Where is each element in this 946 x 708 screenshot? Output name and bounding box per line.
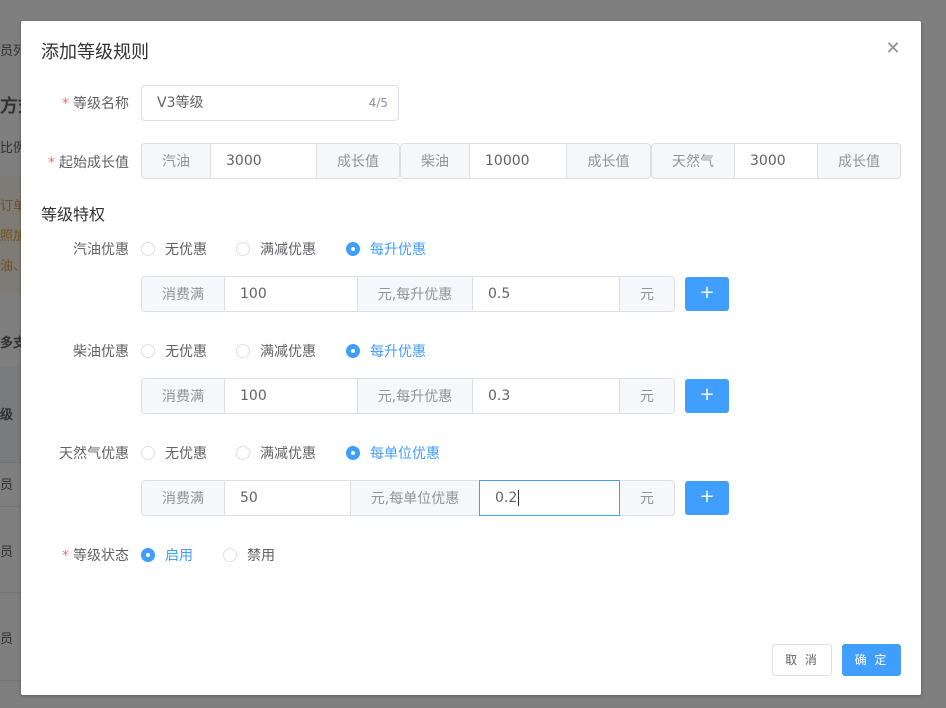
gasoline-discount-label: 汽油优惠 [73,242,129,258]
diesel-discount-label: 柴油优惠 [73,344,129,360]
diesel-unit: 元 [619,378,675,414]
growth-gas-suffix: 成长值 [817,143,901,179]
radio-icon [236,446,250,460]
add-level-rule-dialog: 添加等级规则 ✕ * 等级名称 V3等级 4/5 * 起始成长值 汽油 3000 成… [21,21,921,695]
text-cursor [518,490,520,506]
diesel-amount-input[interactable]: 100 [224,378,358,414]
start-growth-label: * 起始成长值 [48,155,129,171]
gasoline-radio-per-liter[interactable]: 每升优惠 [346,239,426,259]
gas-rule-group: 消费满 50 元,每单位优惠 0.2 元 [141,480,675,516]
gasoline-discount-input[interactable]: 0.5 [472,276,620,312]
gasoline-mid: 元,每升优惠 [357,276,473,312]
gasoline-radio-full-reduction[interactable]: 满减优惠 [236,239,316,259]
growth-gasoline-group: 汽油 3000 成长值 [141,143,400,179]
gasoline-add-button[interactable]: + [685,277,729,311]
gasoline-rule-group: 消费满 100 元,每升优惠 0.5 元 [141,276,675,312]
growth-diesel-group: 柴油 10000 成长值 [400,143,651,179]
level-status-label: * 等级状态 [62,548,129,564]
diesel-discount-input[interactable]: 0.3 [472,378,620,414]
radio-icon [141,242,155,256]
level-name-input[interactable]: V3等级 4/5 [141,85,399,121]
status-radio-enabled[interactable]: 启用 [141,545,193,565]
diesel-mid: 元,每升优惠 [357,378,473,414]
radio-icon [236,242,250,256]
gasoline-prefix: 消费满 [141,276,225,312]
radio-checked-icon [346,446,360,460]
level-name-label: * 等级名称 [62,96,129,112]
gas-radio-none[interactable]: 无优惠 [141,443,207,463]
diesel-prefix: 消费满 [141,378,225,414]
gasoline-radio-none[interactable]: 无优惠 [141,239,207,259]
confirm-button[interactable]: 确 定 [842,644,901,676]
growth-diesel-prefix: 柴油 [400,143,470,179]
growth-gasoline-input[interactable]: 3000 [210,143,317,179]
gas-discount-label: 天然气优惠 [59,446,129,462]
radio-icon [141,446,155,460]
gas-prefix: 消费满 [141,480,225,516]
diesel-add-button[interactable]: + [685,379,729,413]
cancel-button[interactable]: 取 消 [772,644,832,676]
radio-checked-icon [346,242,360,256]
radio-icon [141,344,155,358]
growth-gas-input[interactable]: 3000 [734,143,818,179]
close-icon[interactable]: ✕ [885,40,901,58]
radio-icon [223,548,237,562]
growth-gas-group: 天然气 3000 成长值 [651,143,901,179]
diesel-rule-group: 消费满 100 元,每升优惠 0.3 元 [141,378,675,414]
gas-add-button[interactable]: + [685,481,729,515]
gasoline-unit: 元 [619,276,675,312]
growth-gasoline-prefix: 汽油 [141,143,211,179]
growth-diesel-input[interactable]: 10000 [469,143,567,179]
gas-radio-per-unit[interactable]: 每单位优惠 [346,443,440,463]
gas-mid: 元,每单位优惠 [350,480,480,516]
dialog-title: 添加等级规则 [41,42,149,63]
radio-icon [236,344,250,358]
privilege-section-title: 等级特权 [41,205,106,224]
gas-radio-full-reduction[interactable]: 满减优惠 [236,443,316,463]
gasoline-amount-input[interactable]: 100 [224,276,358,312]
radio-checked-icon [141,548,155,562]
growth-diesel-suffix: 成长值 [566,143,651,179]
growth-gas-prefix: 天然气 [651,143,735,179]
status-radio-disabled[interactable]: 禁用 [223,545,275,565]
char-count: 4/5 [368,96,388,110]
growth-gasoline-suffix: 成长值 [316,143,400,179]
diesel-radio-per-liter[interactable]: 每升优惠 [346,341,426,361]
gas-unit: 元 [619,480,675,516]
gas-amount-input[interactable]: 50 [224,480,351,516]
diesel-radio-none[interactable]: 无优惠 [141,341,207,361]
diesel-radio-full-reduction[interactable]: 满减优惠 [236,341,316,361]
gas-discount-input[interactable]: 0.2 [479,480,620,516]
radio-checked-icon [346,344,360,358]
